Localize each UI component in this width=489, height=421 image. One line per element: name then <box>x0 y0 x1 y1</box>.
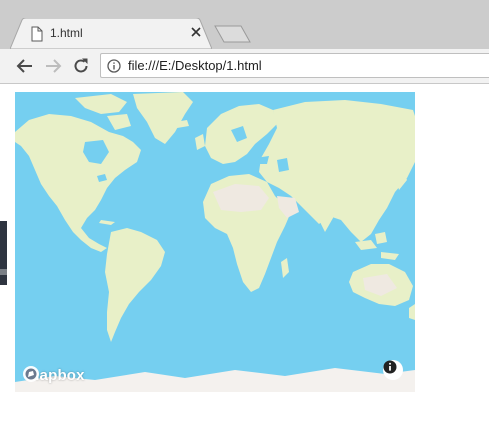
reload-button[interactable] <box>70 55 92 77</box>
forward-button[interactable] <box>42 55 64 77</box>
tab-title: 1.html <box>50 26 83 40</box>
reload-icon <box>74 58 88 73</box>
browser-toolbar: file:///E:/Desktop/1.html <box>0 49 489 84</box>
world-map-tiles <box>15 92 415 392</box>
tab-active[interactable]: 1.html <box>10 18 212 49</box>
info-icon <box>383 360 397 374</box>
close-icon[interactable] <box>188 24 204 40</box>
info-icon[interactable] <box>107 59 121 73</box>
world-map[interactable]: mapbox <box>15 92 415 392</box>
mapbox-logo-icon <box>23 366 39 382</box>
mapbox-logo[interactable]: mapbox <box>22 365 85 385</box>
attribution-button[interactable] <box>383 360 403 380</box>
background-window-strip <box>0 221 7 285</box>
page-viewport: mapbox <box>0 84 489 421</box>
forward-arrow-icon <box>46 59 62 73</box>
tab-strip: 1.html <box>0 0 489 49</box>
back-button[interactable] <box>14 55 36 77</box>
browser-window: 1.html file:///E:/Desktop/1.html mapbox <box>0 0 489 421</box>
back-arrow-icon <box>16 59 32 73</box>
new-tab-icon <box>214 25 251 43</box>
address-bar[interactable]: file:///E:/Desktop/1.html <box>100 53 489 78</box>
new-tab-button[interactable] <box>214 25 252 43</box>
document-icon <box>30 26 44 42</box>
url-text: file:///E:/Desktop/1.html <box>128 58 262 73</box>
